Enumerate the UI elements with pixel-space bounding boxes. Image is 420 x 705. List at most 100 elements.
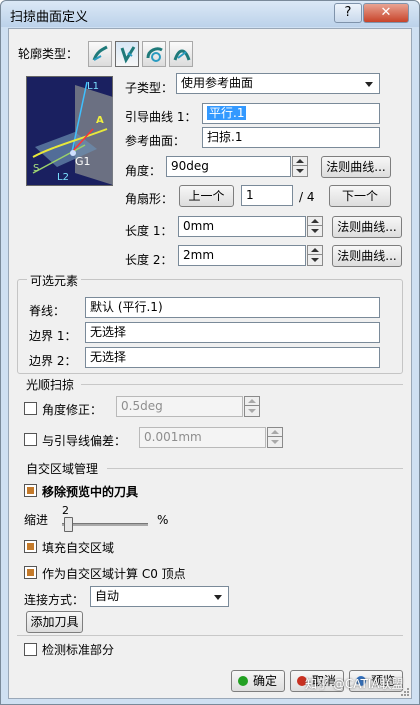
self-intersection-divider xyxy=(107,468,403,469)
remove-cutters-checkbox[interactable] xyxy=(24,484,37,497)
length1-law-button[interactable]: 法则曲线... xyxy=(332,216,402,238)
angle-field[interactable]: 90deg xyxy=(166,156,291,177)
preview-label-l2: L2 xyxy=(57,172,69,183)
length1-value: 0mm xyxy=(183,219,215,233)
spin-up-icon xyxy=(311,219,319,223)
sweep-preview-image: L1 A S G1 L2 xyxy=(26,76,113,186)
watermark: 知乎 @CATIA联盟 xyxy=(305,677,404,691)
deviation-label: 与引导线偏差： xyxy=(42,434,127,448)
shrink-slider-thumb[interactable] xyxy=(64,517,74,532)
ref-surface-field[interactable]: 扫掠.1 xyxy=(202,127,380,148)
compute-c0-checkbox[interactable] xyxy=(24,566,37,579)
spin-down-icon xyxy=(296,169,304,173)
deviation-value: 0.001mm xyxy=(144,430,202,444)
profile-circle-icon xyxy=(146,47,163,62)
spin-down-icon xyxy=(311,258,319,262)
length2-label: 长度 2： xyxy=(125,253,173,267)
subtype-value: 使用参考曲面 xyxy=(181,76,254,90)
shrink-label: 缩进 xyxy=(24,513,49,527)
spin-down-icon xyxy=(271,440,279,444)
profile-line-button[interactable] xyxy=(115,41,139,67)
spin-up-icon xyxy=(248,399,256,403)
shrink-unit: % xyxy=(157,513,169,527)
profile-conic-icon xyxy=(173,49,191,61)
length1-label: 长度 1： xyxy=(125,224,173,238)
angle-value: 90deg xyxy=(171,159,209,173)
title-bar[interactable]: 扫掠曲面定义 ? ✕ xyxy=(1,1,419,27)
dialog-window: 扫掠曲面定义 ? ✕ 轮廓类型： L1 A S G1 L2 子类型： 使用参考曲… xyxy=(0,0,420,705)
sector-label: 角扇形： xyxy=(125,192,174,206)
ref-surface-label: 参考曲面： xyxy=(125,134,186,148)
spine-field[interactable]: 默认 (平行.1) xyxy=(85,297,380,318)
angle-spinner[interactable] xyxy=(292,156,308,177)
boundary2-value: 无选择 xyxy=(90,350,127,364)
preview-label-l1: L1 xyxy=(87,81,99,92)
length2-law-button[interactable]: 法则曲线... xyxy=(332,245,402,267)
length1-field[interactable]: 0mm xyxy=(178,216,306,237)
length2-spinner[interactable] xyxy=(307,245,323,266)
spin-up-icon xyxy=(271,430,279,434)
guide1-label: 引导曲线 1： xyxy=(125,110,197,124)
dialog-body: 轮廓类型： L1 A S G1 L2 子类型： 使用参考曲面 引导曲线 1： 平… xyxy=(8,28,412,699)
boundary1-value: 无选择 xyxy=(90,325,127,339)
boundary2-label: 边界 2： xyxy=(29,354,77,368)
ok-button[interactable]: 确定 xyxy=(231,670,285,692)
fill-self-intersection-label: 填充自交区域 xyxy=(42,541,115,555)
next-sector-button[interactable]: 下一个 xyxy=(329,185,391,207)
connection-label: 连接方式： xyxy=(24,593,85,607)
smoothing-title: 光顺扫掠 xyxy=(26,378,75,392)
sector-total: / 4 xyxy=(299,190,315,204)
subtype-select[interactable]: 使用参考曲面 xyxy=(176,73,380,94)
help-button[interactable]: ? xyxy=(334,3,362,23)
profile-conic-button[interactable] xyxy=(169,41,193,67)
previous-sector-button[interactable]: 上一个 xyxy=(179,185,234,207)
angle-correction-field[interactable]: 0.5deg xyxy=(116,396,243,417)
fill-self-intersection-checkbox[interactable] xyxy=(24,540,37,553)
length2-field[interactable]: 2mm xyxy=(178,245,306,266)
profile-explicit-button[interactable] xyxy=(88,41,112,67)
connection-select[interactable]: 自动 xyxy=(90,586,229,607)
angle-label: 角度： xyxy=(125,164,162,178)
length1-spinner[interactable] xyxy=(307,216,323,237)
preview-label-s: S xyxy=(33,163,40,174)
dialog-title: 扫掠曲面定义 xyxy=(10,10,89,25)
profile-circle-button[interactable] xyxy=(142,41,166,67)
angle-correction-label: 角度修正： xyxy=(42,403,103,417)
shrink-value: 2 xyxy=(62,504,69,517)
smoothing-divider xyxy=(81,384,403,385)
guide1-field[interactable]: 平行.1 xyxy=(202,103,380,124)
chevron-down-icon xyxy=(365,82,373,87)
footer-divider xyxy=(17,635,403,636)
preview-label-g1: G1 xyxy=(75,155,91,168)
boundary1-field[interactable]: 无选择 xyxy=(85,322,380,343)
shrink-slider-track[interactable] xyxy=(62,523,148,526)
deviation-field[interactable]: 0.001mm xyxy=(139,427,266,448)
spine-value: 默认 (平行.1) xyxy=(90,300,163,314)
guide1-value: 平行.1 xyxy=(207,106,247,120)
profile-line-icon xyxy=(120,46,136,64)
angle-correction-checkbox[interactable] xyxy=(24,402,37,415)
length2-value: 2mm xyxy=(183,248,215,262)
boundary2-field[interactable]: 无选择 xyxy=(85,347,380,368)
profile-explicit-icon xyxy=(92,45,108,61)
connection-value: 自动 xyxy=(95,589,120,603)
sector-index-field[interactable]: 1 xyxy=(241,185,293,206)
ok-button-label: 确定 xyxy=(252,674,277,688)
close-button[interactable]: ✕ xyxy=(363,3,409,23)
add-cutter-button[interactable]: 添加刀具 xyxy=(26,611,83,633)
resize-grip-icon[interactable] xyxy=(400,687,410,697)
sector-index-value: 1 xyxy=(246,188,254,202)
angle-law-button[interactable]: 法则曲线... xyxy=(321,156,391,178)
ref-surface-value: 扫掠.1 xyxy=(207,130,243,144)
preview-label-a: A xyxy=(96,115,104,126)
detect-standard-checkbox[interactable] xyxy=(24,643,37,656)
remove-cutters-label: 移除预览中的刀具 xyxy=(42,485,139,499)
subtype-label: 子类型： xyxy=(125,81,174,95)
deviation-spinner[interactable] xyxy=(267,427,283,448)
spin-up-icon xyxy=(311,248,319,252)
angle-correction-spinner[interactable] xyxy=(244,396,260,417)
detect-standard-label: 检测标准部分 xyxy=(42,643,115,657)
spin-down-icon xyxy=(248,409,256,413)
spin-down-icon xyxy=(311,229,319,233)
deviation-checkbox[interactable] xyxy=(24,433,37,446)
